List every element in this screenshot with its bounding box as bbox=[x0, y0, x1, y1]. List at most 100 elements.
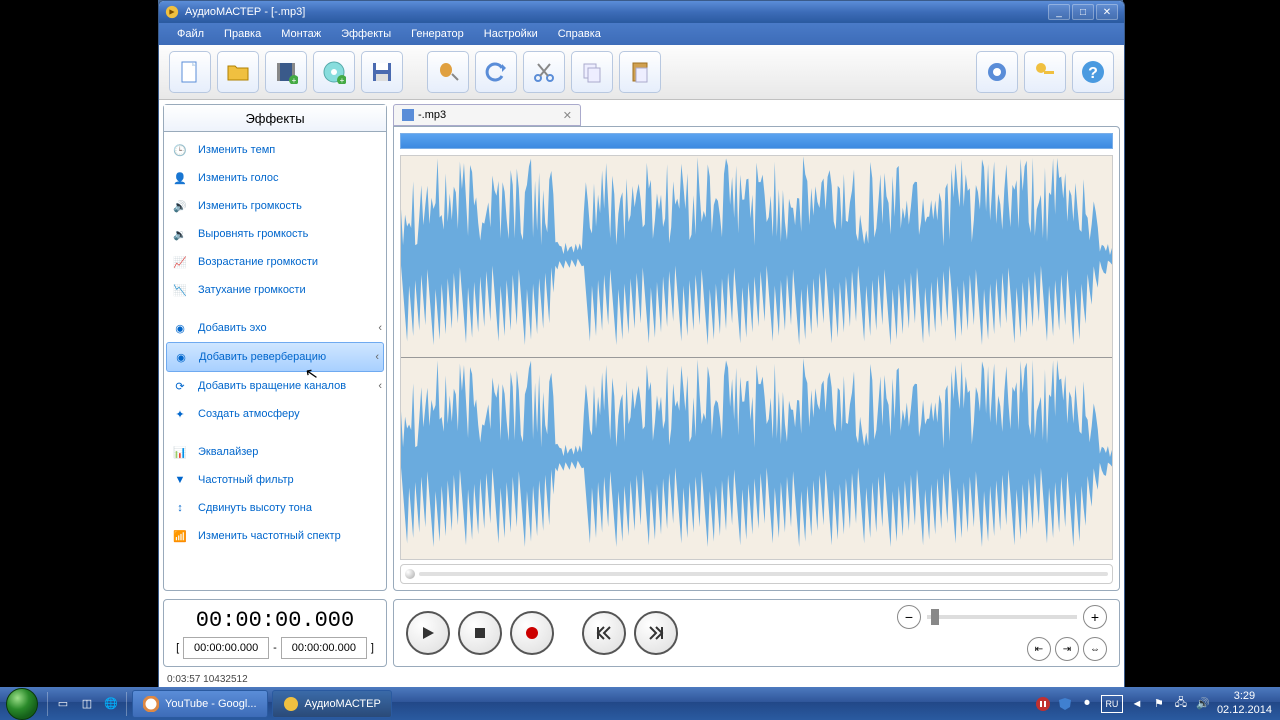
close-button[interactable]: ✕ bbox=[1096, 4, 1118, 20]
disc-icon: + bbox=[322, 60, 346, 84]
tabs-row: -.mp3 ✕ bbox=[393, 104, 1120, 126]
next-button[interactable] bbox=[634, 611, 678, 655]
zoom-slider[interactable] bbox=[927, 615, 1077, 619]
paste-button[interactable] bbox=[619, 51, 661, 93]
audio-file-icon bbox=[402, 109, 414, 121]
prev-button[interactable] bbox=[582, 611, 626, 655]
position-knob[interactable] bbox=[405, 569, 415, 579]
save-button[interactable] bbox=[361, 51, 403, 93]
menu-help[interactable]: Справка bbox=[548, 26, 611, 42]
time-panel: 00:00:00.000 [ - ] bbox=[163, 599, 387, 667]
help-button[interactable]: ? bbox=[1072, 51, 1114, 93]
effect-item[interactable]: 🔉Выровнять громкость bbox=[164, 220, 386, 248]
effect-item[interactable]: ◉Добавить эхо‹ bbox=[164, 314, 386, 342]
menu-file[interactable]: Файл bbox=[167, 26, 214, 42]
tray-rec-icon[interactable]: ⏺ bbox=[1079, 696, 1095, 712]
file-icon bbox=[178, 60, 202, 84]
effect-item[interactable]: 🕒Изменить темп bbox=[164, 136, 386, 164]
tray-volume-icon[interactable]: 🔊 bbox=[1195, 696, 1211, 712]
record-button[interactable] bbox=[427, 51, 469, 93]
ql-show-desktop[interactable]: ▭ bbox=[53, 694, 73, 714]
zoom-control: − + bbox=[897, 605, 1107, 629]
effect-item[interactable]: 📈Возрастание громкости bbox=[164, 248, 386, 276]
statusbar: 0:03:57 10432512 bbox=[159, 671, 1124, 687]
effect-icon: 📊 bbox=[172, 444, 188, 460]
effect-item[interactable]: 👤Изменить голос bbox=[164, 164, 386, 192]
effect-item[interactable]: ✦Создать атмосферу bbox=[164, 400, 386, 428]
effect-label: Изменить громкость bbox=[198, 200, 302, 212]
overview-bar[interactable] bbox=[400, 133, 1113, 149]
wave-channel-right[interactable] bbox=[401, 357, 1112, 559]
start-button[interactable] bbox=[0, 688, 44, 720]
effects-panel: Эффекты 🕒Изменить темп👤Изменить голос🔊Из… bbox=[163, 104, 387, 591]
cd-import-button[interactable]: + bbox=[313, 51, 355, 93]
fit-button[interactable]: ⇔ bbox=[1083, 637, 1107, 661]
zoom-in-button[interactable]: + bbox=[1083, 605, 1107, 629]
effect-item[interactable]: 📶Изменить частотный спектр bbox=[164, 522, 386, 550]
copy-button[interactable] bbox=[571, 51, 613, 93]
menu-montage[interactable]: Монтаж bbox=[271, 26, 331, 42]
new-file-button[interactable] bbox=[169, 51, 211, 93]
effect-icon: ⟳ bbox=[172, 378, 188, 394]
selection-start-input[interactable] bbox=[183, 637, 269, 659]
effect-icon: 📉 bbox=[172, 282, 188, 298]
menu-generator[interactable]: Генератор bbox=[401, 26, 474, 42]
effect-icon: ▼ bbox=[172, 472, 188, 488]
tab-close-button[interactable]: ✕ bbox=[563, 109, 572, 122]
window-title: АудиоМАСТЕР - [-.mp3] bbox=[185, 6, 1048, 18]
rec-button[interactable] bbox=[510, 611, 554, 655]
tray-media-icon[interactable] bbox=[1035, 696, 1051, 712]
effect-label: Затухание громкости bbox=[198, 284, 306, 296]
taskbar-audiomaster[interactable]: АудиоМАСТЕР bbox=[272, 690, 392, 718]
tray-action-icon[interactable]: ⚑ bbox=[1151, 696, 1167, 712]
minimize-button[interactable]: _ bbox=[1048, 4, 1070, 20]
undo-button[interactable] bbox=[475, 51, 517, 93]
effect-label: Эквалайзер bbox=[198, 446, 258, 458]
position-slider[interactable] bbox=[400, 564, 1113, 584]
cut-button[interactable] bbox=[523, 51, 565, 93]
chevron-icon: ‹ bbox=[378, 322, 382, 334]
open-file-button[interactable] bbox=[217, 51, 259, 93]
menu-effects[interactable]: Эффекты bbox=[331, 26, 401, 42]
menubar: Файл Правка Монтаж Эффекты Генератор Нас… bbox=[159, 23, 1124, 45]
effect-item[interactable]: 📊 Эквалайзер bbox=[164, 438, 386, 466]
wave-channel-left[interactable] bbox=[401, 156, 1112, 357]
menu-edit[interactable]: Правка bbox=[214, 26, 271, 42]
selection-end-input[interactable] bbox=[281, 637, 367, 659]
tray-expand-icon[interactable]: ◄ bbox=[1129, 696, 1145, 712]
effect-item[interactable]: ⟳Добавить вращение каналов‹ bbox=[164, 372, 386, 400]
video-extract-button[interactable]: + bbox=[265, 51, 307, 93]
effect-item[interactable]: 🔊Изменить громкость bbox=[164, 192, 386, 220]
maximize-button[interactable]: □ bbox=[1072, 4, 1094, 20]
tray-shield-icon[interactable] bbox=[1057, 696, 1073, 712]
play-button[interactable] bbox=[406, 611, 450, 655]
ql-switch-windows[interactable]: ◫ bbox=[77, 694, 97, 714]
taskbar-chrome[interactable]: YouTube - Googl... bbox=[132, 690, 268, 718]
effect-item[interactable]: ↕Сдвинуть высоту тона bbox=[164, 494, 386, 522]
titlebar[interactable]: АудиоМАСТЕР - [-.mp3] _ □ ✕ bbox=[159, 1, 1124, 23]
effect-item[interactable]: ▼Частотный фильтр bbox=[164, 466, 386, 494]
effect-item[interactable]: ◉Добавить реверберацию‹ bbox=[166, 342, 384, 372]
tab-label: -.mp3 bbox=[418, 109, 446, 121]
settings-button[interactable] bbox=[976, 51, 1018, 93]
stop-button[interactable] bbox=[458, 611, 502, 655]
app-icon bbox=[165, 5, 179, 19]
prev-icon bbox=[596, 625, 612, 641]
effect-item[interactable]: 📉 Затухание громкости bbox=[164, 276, 386, 304]
waveform-container[interactable] bbox=[400, 155, 1113, 560]
tray-lang-icon[interactable]: RU bbox=[1101, 695, 1123, 713]
effect-icon: 📶 bbox=[172, 528, 188, 544]
tray-network-icon[interactable]: 🖧 bbox=[1173, 696, 1189, 712]
goto-end-button[interactable]: ⇥ bbox=[1055, 637, 1079, 661]
zoom-out-button[interactable]: − bbox=[897, 605, 921, 629]
license-button[interactable] bbox=[1024, 51, 1066, 93]
ql-browser[interactable]: 🌐 bbox=[101, 694, 121, 714]
gear-icon bbox=[985, 60, 1009, 84]
taskbar-clock[interactable]: 3:29 02.12.2014 bbox=[1217, 690, 1272, 716]
file-tab[interactable]: -.mp3 ✕ bbox=[393, 104, 581, 126]
toolbar: + + ? bbox=[159, 45, 1124, 100]
chevron-icon: ‹ bbox=[378, 380, 382, 392]
goto-start-button[interactable]: ⇤ bbox=[1027, 637, 1051, 661]
menu-settings[interactable]: Настройки bbox=[474, 26, 548, 42]
app-window: АудиоМАСТЕР - [-.mp3] _ □ ✕ Файл Правка … bbox=[158, 0, 1125, 688]
